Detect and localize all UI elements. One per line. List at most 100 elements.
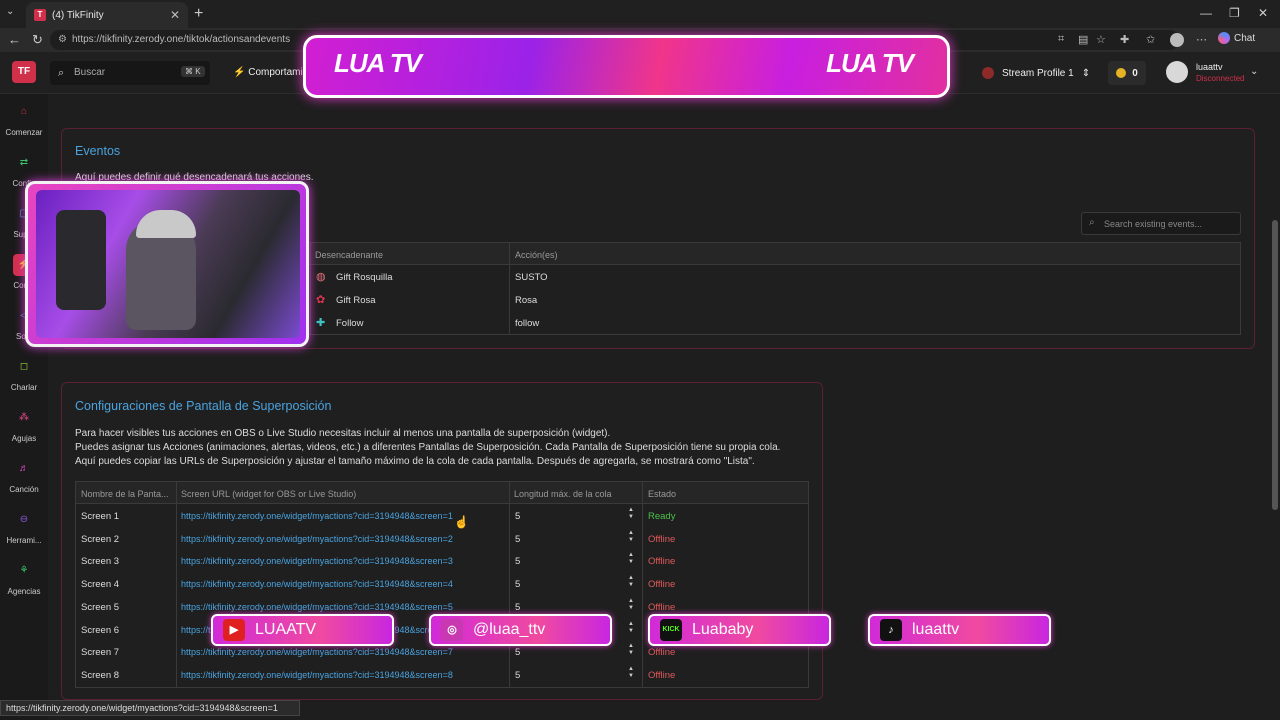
screen-name: Screen 6 [81,624,120,636]
queue-length-input[interactable]: 5 [515,511,520,522]
screen-url-link[interactable]: https://tikfinity.zerody.one/widget/myac… [181,534,453,544]
col-queue-length: Longitud máx. de la cola [514,489,612,499]
stream-banner: LUA TV LUA TV [303,35,950,98]
favorites-icon[interactable]: ✩ [1146,33,1155,46]
search-events-input[interactable]: Search existing events... [1081,212,1241,235]
link-preview-statusbar: https://tikfinity.zerody.one/widget/myac… [0,700,300,716]
search-events-icon: ⌕ [1089,217,1095,228]
tikfinity-logo[interactable]: TF [12,61,36,83]
copilot-chat-button[interactable]: Chat [1218,32,1255,44]
screen-url-link[interactable]: https://tikfinity.zerody.one/widget/myac… [181,647,453,657]
new-tab-icon[interactable]: + [194,5,203,23]
copilot-icon [1218,32,1230,44]
extensions-icon[interactable]: ✚ [1120,33,1129,46]
queue-stepper-icon[interactable]: ▲ ▼ [628,530,634,544]
queue-stepper-icon[interactable]: ▲ ▼ [628,575,634,589]
browser-tab[interactable]: T (4) TikFinity ✕ [26,2,188,28]
queue-stepper-icon[interactable]: ▲ ▼ [628,666,634,680]
tab-title: (4) TikFinity [52,9,104,21]
chat-label: Chat [1234,32,1256,44]
stream-profile-select[interactable]: Stream Profile 1 ⇕ [982,61,1092,85]
social-instagram-badge: ◎ @luaa_ttv [429,614,612,646]
screen-row: Screen 1 https://tikfinity.zerody.one/wid… [76,505,808,527]
browser-menu-icon[interactable]: ⋯ [1196,33,1207,46]
instagram-icon: ◎ [441,619,463,641]
site-info-icon[interactable]: ⚙ [58,34,67,45]
close-window-icon[interactable]: ✕ [1258,6,1268,20]
home-icon: ⌂ [20,106,28,117]
screen-name: Screen 2 [81,533,120,545]
social-handle: Luababy [692,621,754,638]
queue-length-input[interactable]: 5 [515,579,520,590]
tab-close-icon[interactable]: ✕ [170,8,180,22]
sidebar-item-7[interactable]: ⁂ Agujas [0,407,48,444]
sidebar-item-1[interactable]: ⌂ Comenzar [0,101,48,138]
queue-length-input[interactable]: 5 [515,647,520,658]
reload-icon[interactable]: ↻ [32,32,43,48]
queue-stepper-icon[interactable]: ▲ ▼ [628,552,634,566]
menu-item-label: Comportami [248,67,303,78]
screens-title: Configuraciones de Pantalla de Superposi… [75,399,332,413]
social-tiktok-badge: ♪ luaattv [868,614,1051,646]
queue-length-input[interactable]: 5 [515,670,520,681]
coins-count: 0 [1132,67,1138,79]
kick-icon: KICK [660,619,682,641]
profile-icon [982,67,994,79]
queue-stepper-icon[interactable]: ▲ ▼ [628,643,634,657]
username: luaattv [1196,62,1223,72]
screen-url-link[interactable]: https://tikfinity.zerody.one/widget/myac… [181,556,453,566]
minimize-icon[interactable]: — [1200,6,1212,20]
sidebar-item-label: Comenzar [5,128,43,137]
queue-stepper-icon[interactable]: ▲ ▼ [628,621,634,635]
sidebar-item-10[interactable]: ⚘ Agencias [0,560,48,597]
event-action: SUSTO [515,272,548,283]
screen-url-link[interactable]: https://tikfinity.zerody.one/widget/myac… [181,670,453,680]
sidebar-item-label: Agujas [11,434,37,443]
user-avatar[interactable] [1166,61,1188,83]
page-scrollbar[interactable] [1272,220,1278,510]
sidebar-item-6[interactable]: ◻ Charlar [0,356,48,393]
screen-name: Screen 7 [81,647,120,659]
webcam-overlay [25,181,309,347]
queue-stepper-icon[interactable]: ▲ ▼ [628,507,634,521]
webcam-feed [36,190,300,338]
favorite-star-icon[interactable]: ☆ [1096,33,1106,46]
coins-badge[interactable]: 0 [1108,61,1146,85]
translate-icon[interactable]: ⌗ [1058,33,1064,46]
donut-icon: ◍ [316,271,326,283]
user-menu-chevron-icon[interactable]: ⌄ [1250,66,1258,77]
sidebar-item-9[interactable]: ⊖ Herrami... [0,509,48,546]
search-icon: ⌕ [58,67,65,79]
event-trigger: Gift Rosa [336,295,376,306]
screen-name: Screen 8 [81,669,120,681]
queue-stepper-icon[interactable]: ▲ ▼ [628,598,634,612]
browser-profile-avatar[interactable] [1170,33,1184,47]
gamepad-icon: ⊖ [19,514,29,525]
chevron-updown-icon: ⇕ [1081,67,1091,79]
sidebar-item-label: Agencias [7,587,41,596]
screen-status: Offline [648,533,676,545]
screens-line-2: Puedes asignar tus Acciones (animaciones… [75,442,781,453]
queue-length-input[interactable]: 5 [515,602,520,613]
tab-list-chevron-icon[interactable]: ⌄ [6,6,14,17]
screen-status: Offline [648,579,676,591]
connection-status: Disconnected [1196,74,1245,83]
screen-url-link[interactable]: https://tikfinity.zerody.one/widget/myac… [181,602,453,612]
screen-name: Screen 1 [81,511,120,522]
menu-item-comportamiento[interactable]: ⚡ Comportami [233,67,303,78]
screen-url-link[interactable]: https://tikfinity.zerody.one/widget/myac… [181,579,453,589]
screen-row: Screen 4 https://tikfinity.zerody.one/wid… [76,573,808,595]
sidebar-item-8[interactable]: ♬ Canción [0,458,48,495]
browser-tab-bar [0,0,1280,28]
screen-name: Screen 4 [81,579,120,591]
sidebar-item-label: Charlar [10,383,38,392]
event-trigger: Gift Rosquilla [336,272,393,283]
screen-url-link[interactable]: https://tikfinity.zerody.one/widget/myac… [181,511,453,521]
reader-icon[interactable]: ▤ [1078,33,1088,46]
queue-length-input[interactable]: 5 [515,556,520,567]
back-icon[interactable]: ← [8,32,21,47]
col-screen-url: Screen URL (widget for OBS or Live Studi… [181,489,357,499]
maximize-icon[interactable]: ❐ [1229,6,1240,20]
social-handle: LUAATV [255,621,317,638]
queue-length-input[interactable]: 5 [515,534,520,545]
